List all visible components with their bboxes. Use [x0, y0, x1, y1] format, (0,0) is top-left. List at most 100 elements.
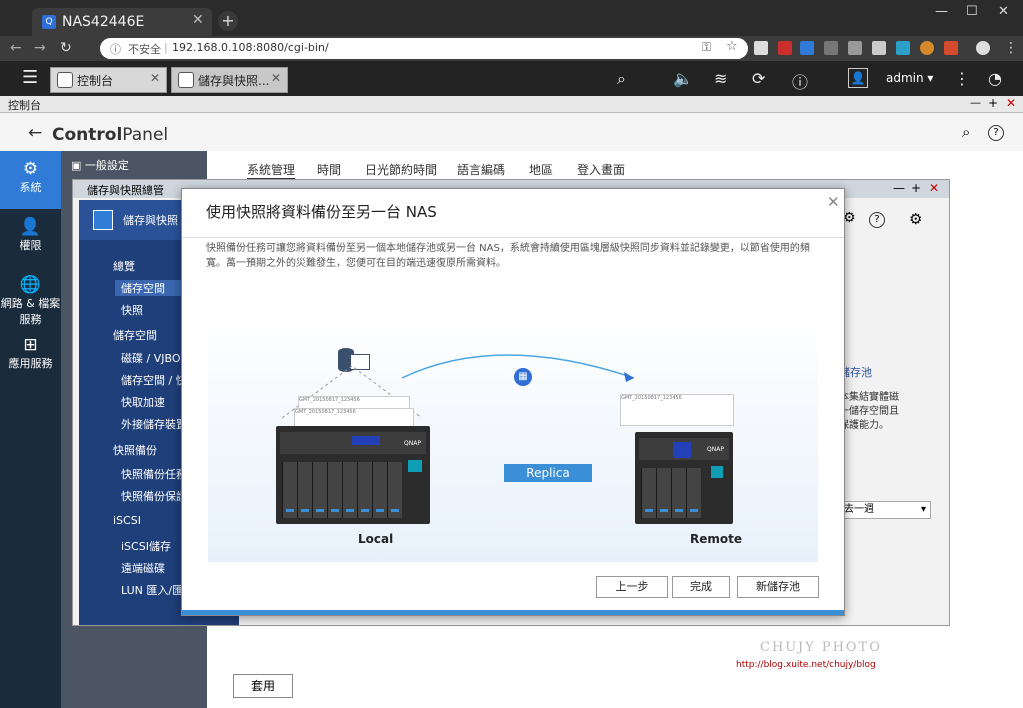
sidebar-item-privilege[interactable]: 👤 權限 [0, 209, 61, 267]
sidebar-item-snapshot[interactable]: 快照 [121, 302, 143, 318]
user-menu[interactable]: admin ▾ [886, 71, 933, 85]
search-icon[interactable]: ⌕ [962, 123, 970, 141]
page-title: ControlPanel [52, 125, 168, 145]
maximize-button[interactable]: + [911, 181, 921, 195]
sidebar-section-overview[interactable]: 總覽 [113, 258, 135, 274]
tab-time[interactable]: 時間 [317, 161, 341, 178]
sync-icon[interactable]: ⟳ [752, 69, 765, 88]
gear-icon[interactable]: ⚙ [909, 210, 922, 228]
doc-label: GMT_20150817_123456 [295, 409, 356, 415]
key-icon[interactable]: ⚿ [702, 40, 711, 55]
gear-icon [57, 72, 73, 88]
forward-arrow-icon[interactable]: → [34, 40, 46, 56]
storage-icon [178, 72, 194, 88]
search-icon[interactable]: ⌕ [617, 69, 626, 89]
tab-login-screen[interactable]: 登入畫面 [577, 161, 625, 178]
sidebar-item-remote-disk[interactable]: 遠端磁碟 [121, 560, 165, 576]
finish-button[interactable]: 完成 [672, 576, 730, 598]
apply-button[interactable]: 套用 [233, 674, 293, 698]
taskbar-tab-storage[interactable]: 儲存與快照... ✕ [171, 67, 288, 93]
new-pool-button[interactable]: 新儲存池 [737, 576, 819, 598]
window-close-button[interactable]: ✕ [998, 4, 1009, 19]
local-label: Local [358, 532, 394, 546]
tab-region[interactable]: 地區 [529, 161, 553, 178]
browser-menu-icon[interactable]: ⋮ [1004, 40, 1018, 56]
url-text: 192.168.0.108:8080/cgi-bin/ [172, 41, 329, 54]
sidebar-item-lun-import[interactable]: LUN 匯入/匯 [121, 582, 183, 598]
extension-arrow-icon[interactable] [800, 41, 814, 55]
sidebar-item-iscsi-storage[interactable]: iSCSI儲存 [121, 538, 171, 554]
new-tab-button[interactable]: + [218, 11, 238, 31]
more-menu-icon[interactable]: ⋮ [954, 69, 970, 88]
grid-icon: ⊞ [23, 335, 38, 355]
extension-icon[interactable] [872, 41, 886, 55]
divider [182, 237, 844, 238]
browser-tab[interactable]: Q NAS42446E ✕ [32, 8, 212, 36]
profile-avatar-icon[interactable] [976, 41, 990, 55]
back-arrow-icon[interactable]: ← [28, 123, 42, 143]
extension-icon[interactable] [824, 41, 838, 55]
sidebar-item-applications[interactable]: ⊞ 應用服務 [0, 327, 61, 385]
sidebar-section-iscsi[interactable]: iSCSI [113, 514, 141, 527]
watermark-url: http://blog.xuite.net/chujy/blog [736, 660, 876, 670]
tab-system-admin[interactable]: 系統管理 [247, 161, 296, 180]
help-icon[interactable]: ? [988, 125, 1004, 141]
url-bar[interactable]: ⓘ 不安全 | 192.168.0.108:8080/cgi-bin/ ⚿ ☆ [100, 38, 748, 59]
minimize-button[interactable]: — [970, 96, 981, 109]
time-range-select[interactable]: 去一週 ▾ [839, 501, 931, 519]
close-button[interactable]: ✕ [1006, 96, 1016, 110]
extension-icon[interactable] [944, 41, 958, 55]
close-icon[interactable]: ✕ [150, 71, 160, 85]
window-minimize-button[interactable]: — [935, 4, 948, 19]
help-icon[interactable]: ? [869, 212, 885, 228]
sidebar-item-disks[interactable]: 磁碟 / VJBOD [121, 350, 189, 366]
sidebar-section-snapshot-backup[interactable]: 快照備份 [113, 442, 157, 458]
extension-icon[interactable] [754, 41, 768, 55]
title-rest: Panel [122, 125, 169, 145]
volume-icon[interactable]: 🔈 [673, 69, 693, 88]
user-icon[interactable]: 👤 [848, 68, 868, 88]
qts-taskbar: ☰ 控制台 ✕ 儲存與快照... ✕ ⌕ 🔈 ≋ ⟳ ⓘ 👤 admin ▾ ⋮… [0, 61, 1023, 96]
bookmark-star-icon[interactable]: ☆ [726, 39, 738, 54]
close-icon[interactable]: ✕ [271, 71, 281, 85]
info-icon[interactable]: ⓘ [792, 69, 808, 93]
tab-dst[interactable]: 日光節約時間 [365, 161, 437, 178]
taskbar-tab-label: 儲存與快照... [198, 74, 270, 88]
minimize-button[interactable]: — [893, 181, 905, 195]
dashboard-gauge-icon[interactable]: ◔ [988, 69, 1002, 88]
select-value: 去一週 [844, 504, 874, 515]
chevron-down-icon: ▾ [920, 504, 926, 515]
extension-icon[interactable] [896, 41, 910, 55]
taskbar-tab-control-panel[interactable]: 控制台 ✕ [50, 67, 167, 93]
sidebar-item-cache[interactable]: 快取加速 [121, 394, 165, 410]
sidebar-item-storage-space[interactable]: 儲存空間 / 快 [121, 372, 187, 388]
tab-close-icon[interactable]: ✕ [192, 12, 204, 28]
qnap-favicon-icon: Q [42, 15, 56, 29]
hamburger-menu-icon[interactable]: ☰ [22, 67, 38, 88]
tab-title: NAS42446E [62, 14, 145, 30]
close-icon[interactable]: ✕ [827, 193, 840, 211]
extension-icon[interactable] [920, 41, 934, 55]
previous-button[interactable]: 上一步 [596, 576, 668, 598]
info-icon[interactable]: ⓘ [110, 41, 121, 57]
tab-codepage[interactable]: 語言編碼 [457, 161, 505, 178]
nas-brand: QNAP [404, 440, 421, 447]
sidebar-item-backup-protect[interactable]: 快照備份保護 [121, 488, 187, 504]
sidebar-item-system[interactable]: ⚙ 系統 [0, 151, 61, 209]
sidebar-item-network[interactable]: 🌐 網路 & 檔案服務 [0, 267, 61, 326]
subnav-item-general[interactable]: ▣ 一般設定 [71, 157, 129, 173]
window-maximize-button[interactable]: ☐ [966, 4, 978, 19]
sidebar-item-backup-jobs[interactable]: 快照備份任務 [121, 466, 187, 482]
back-arrow-icon[interactable]: ← [10, 40, 22, 56]
stack-icon[interactable]: ≋ [714, 69, 727, 88]
close-button[interactable]: ✕ [929, 181, 939, 195]
window-title: 控制台 [8, 99, 41, 112]
adblock-icon[interactable] [778, 41, 792, 55]
reload-icon[interactable]: ↻ [60, 40, 72, 56]
storage-header-label: 儲存與快照 [123, 214, 178, 227]
taskbar-tab-label: 控制台 [77, 74, 114, 88]
maximize-button[interactable]: + [988, 96, 998, 110]
extension-icon[interactable] [848, 41, 862, 55]
sidebar-section-storage[interactable]: 儲存空間 [113, 327, 157, 343]
sidebar-item-external[interactable]: 外接儲存裝置 [121, 416, 187, 432]
